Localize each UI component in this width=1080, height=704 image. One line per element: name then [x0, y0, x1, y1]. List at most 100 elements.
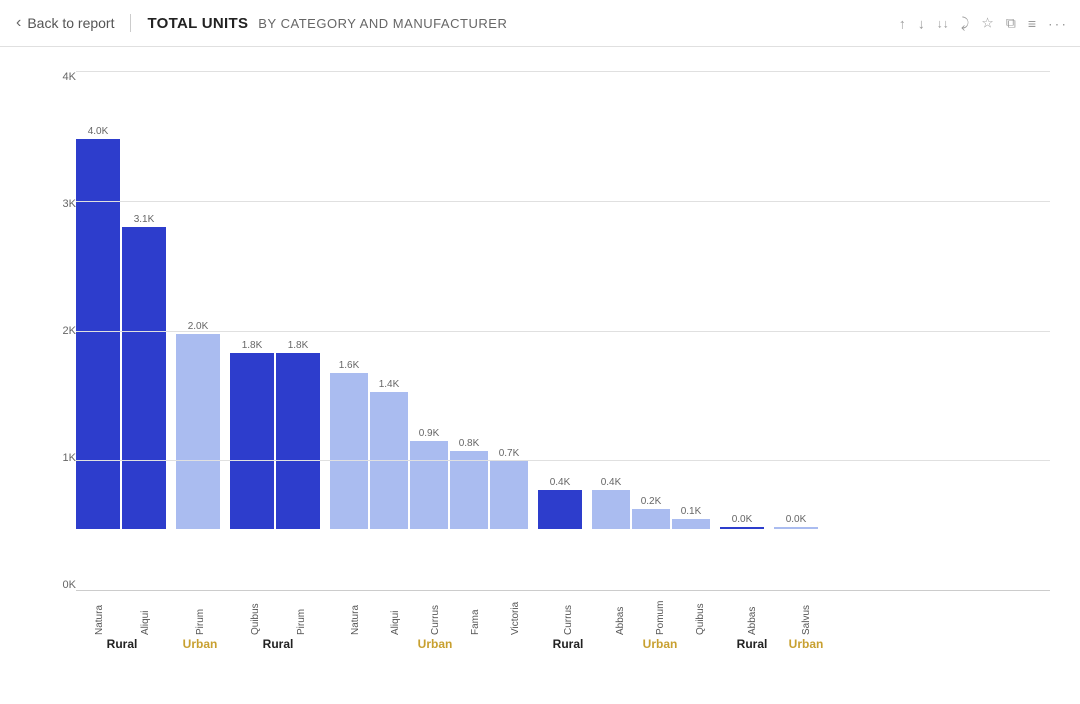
- bar-value-pirum-urban1: 2.0K: [188, 321, 209, 332]
- bar-value-abbas-urban: 0.4K: [601, 477, 622, 488]
- header: ‹ Back to report TOTAL UNITS BY CATEGORY…: [0, 0, 1080, 47]
- group-urban-2: 1.6K 1.4K 0.9K: [330, 360, 528, 529]
- bar-aliqui-urban[interactable]: [370, 392, 408, 529]
- y-label-1k: 1K: [63, 452, 76, 464]
- group-urban-1-bars: 2.0K: [176, 321, 220, 529]
- x-label-salvus-urban: Salvus: [801, 591, 812, 635]
- bar-salvus-urban[interactable]: [774, 527, 818, 529]
- bar-value-currus-rural: 0.4K: [550, 477, 571, 488]
- back-label: Back to report: [27, 15, 114, 31]
- bar-value-currus-urban: 0.9K: [419, 428, 440, 439]
- x-group-urban-1: Pirum Urban: [178, 591, 222, 651]
- group-rural-3-bars: 0.4K: [538, 477, 582, 529]
- bar-fama-urban[interactable]: [450, 451, 488, 529]
- bar-pomum-urban[interactable]: [632, 509, 670, 529]
- x-label-pirum-rural: Pirum: [296, 591, 307, 635]
- x-group-label-rural-4: Rural: [737, 637, 768, 651]
- bar-value-quibus-rural: 1.8K: [242, 340, 263, 351]
- group-rural-1: 4.0K 3.1K: [76, 126, 166, 529]
- bar-currus-urban[interactable]: [410, 441, 448, 529]
- sub-title: BY CATEGORY AND MANUFACTURER: [258, 16, 507, 31]
- bar-natura-urban[interactable]: [330, 373, 368, 529]
- x-label-natura-urban: Natura: [350, 591, 361, 635]
- chevron-left-icon: ‹: [16, 14, 21, 32]
- group-rural-4-bars: 0.0K: [720, 514, 764, 529]
- bar-col-quibus-rural: 1.8K: [230, 340, 274, 529]
- group-urban-2-bars: 1.6K 1.4K 0.9K: [330, 360, 528, 529]
- sort-both-icon[interactable]: ↓↓: [937, 16, 949, 30]
- y-axis: 4K 3K 2K 1K 0K: [40, 67, 76, 653]
- x-axis-labels: Natura Aliqui Rural: [76, 591, 1050, 653]
- x-group-urban-3: Abbas Pomum Quibus Urban: [600, 591, 720, 651]
- filter-icon[interactable]: ≡: [1028, 15, 1036, 31]
- sort-asc-icon[interactable]: ↑: [899, 15, 906, 31]
- bar-col-natura-rural: 4.0K: [76, 126, 120, 529]
- x-label-pomum-urban: Pomum: [655, 591, 666, 635]
- x-label-abbas-rural: Abbas: [747, 591, 758, 635]
- x-label-fama-urban: Fama: [470, 591, 481, 635]
- group-rural-1-bars: 4.0K 3.1K: [76, 126, 166, 529]
- bar-col-pirum-rural: 1.8K: [276, 340, 320, 529]
- x-group-rural-4: Abbas Rural: [730, 591, 774, 651]
- x-group-rural-1: Natura Aliqui Rural: [76, 591, 168, 651]
- group-urban-3-bars: 0.4K 0.2K 0.1K: [592, 477, 710, 529]
- bar-value-aliqui-rural: 3.1K: [134, 214, 155, 225]
- bar-aliqui-rural[interactable]: [122, 227, 166, 529]
- x-label-pirum-urban1: Pirum: [195, 591, 206, 635]
- group-urban-4: 0.0K: [774, 514, 818, 529]
- group-urban-4-bars: 0.0K: [774, 514, 818, 529]
- bar-natura-rural[interactable]: [76, 139, 120, 529]
- y-label-3k: 3K: [63, 198, 76, 210]
- toolbar-icons: ↑ ↓ ↓↓ ⤸ ☆ ⧉ ≡ ···: [899, 15, 1068, 32]
- y-label-2k: 2K: [63, 325, 76, 337]
- expand-icon[interactable]: ⤸: [961, 15, 969, 32]
- x-label-currus-rural: Currus: [563, 591, 574, 635]
- x-label-quibus-rural: Quibus: [250, 591, 261, 635]
- bar-col-aliqui-rural: 3.1K: [122, 214, 166, 529]
- x-label-natura-rural: Natura: [94, 591, 105, 635]
- bar-col-victoria-urban: 0.7K: [490, 448, 528, 529]
- bar-col-natura-urban: 1.6K: [330, 360, 368, 529]
- bar-quibus-urban[interactable]: [672, 519, 710, 529]
- bar-col-fama-urban: 0.8K: [450, 438, 488, 529]
- bar-col-pomum-urban: 0.2K: [632, 496, 670, 529]
- bar-value-aliqui-urban: 1.4K: [379, 379, 400, 390]
- app-container: ‹ Back to report TOTAL UNITS BY CATEGORY…: [0, 0, 1080, 663]
- x-group-label-urban-2: Urban: [418, 637, 453, 651]
- bar-value-victoria-urban: 0.7K: [499, 448, 520, 459]
- bar-value-quibus-urban: 0.1K: [681, 506, 702, 517]
- bar-col-currus-rural: 0.4K: [538, 477, 582, 529]
- bars-container: 4.0K 3.1K: [76, 67, 1050, 591]
- x-label-currus-urban: Currus: [430, 591, 441, 635]
- copy-icon[interactable]: ⧉: [1006, 15, 1016, 32]
- x-group-rural-3: Currus Rural: [546, 591, 590, 651]
- bar-victoria-urban[interactable]: [490, 461, 528, 529]
- bar-col-salvus-urban: 0.0K: [774, 514, 818, 529]
- bar-value-pirum-rural: 1.8K: [288, 340, 309, 351]
- bar-quibus-rural[interactable]: [230, 353, 274, 529]
- group-urban-1: 2.0K: [176, 321, 220, 529]
- bar-col-aliqui-urban: 1.4K: [370, 379, 408, 529]
- x-group-urban-4: Salvus Urban: [784, 591, 828, 651]
- bar-pirum-urban1[interactable]: [176, 334, 220, 529]
- bar-col-pirum-urban1: 2.0K: [176, 321, 220, 529]
- x-group-label-rural-1: Rural: [107, 637, 138, 651]
- bar-abbas-rural[interactable]: [720, 527, 764, 529]
- back-to-report-button[interactable]: ‹ Back to report: [16, 14, 131, 32]
- bar-value-salvus-urban: 0.0K: [786, 514, 807, 525]
- more-icon[interactable]: ···: [1048, 15, 1068, 31]
- chart-area: 4K 3K 2K 1K 0K: [0, 47, 1080, 663]
- x-labels-row: Natura Aliqui Rural: [76, 591, 1050, 651]
- bookmark-icon[interactable]: ☆: [981, 15, 994, 32]
- x-label-aliqui-rural: Aliqui: [140, 591, 151, 635]
- bar-pirum-rural[interactable]: [276, 353, 320, 529]
- sort-desc-icon[interactable]: ↓: [918, 15, 925, 31]
- header-title: TOTAL UNITS BY CATEGORY AND MANUFACTURER: [131, 15, 507, 32]
- x-label-quibus-urban: Quibus: [695, 591, 706, 635]
- bar-value-abbas-rural: 0.0K: [732, 514, 753, 525]
- main-title: TOTAL UNITS: [147, 15, 248, 32]
- bar-currus-rural[interactable]: [538, 490, 582, 529]
- bar-abbas-urban[interactable]: [592, 490, 630, 529]
- x-group-label-rural-2: Rural: [263, 637, 294, 651]
- x-group-label-urban-4: Urban: [789, 637, 824, 651]
